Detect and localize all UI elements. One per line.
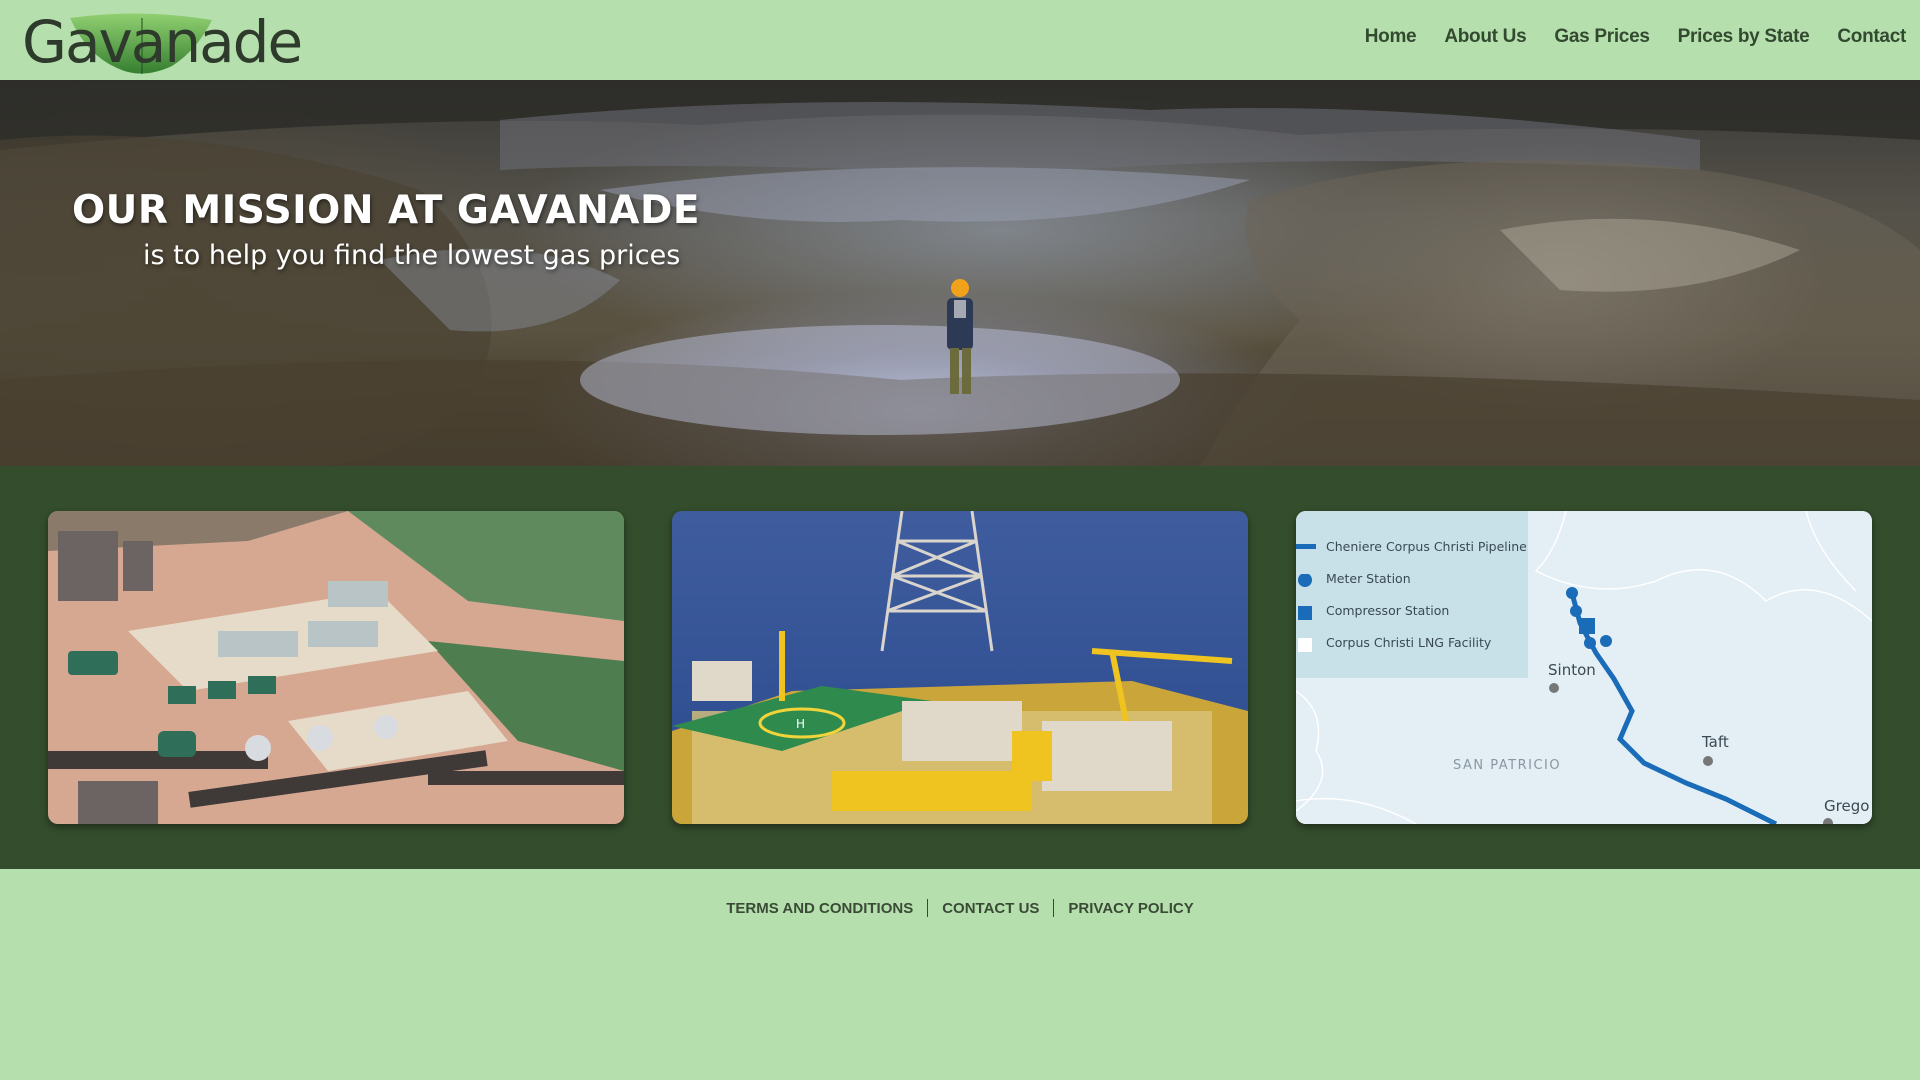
line-icon <box>1296 544 1316 549</box>
square-icon <box>1298 606 1312 620</box>
main-nav: Home About Us Gas Prices Prices by State… <box>1365 26 1907 56</box>
map-county-label: SAN PATRICIO <box>1453 758 1562 773</box>
legend-item-meter-station: Meter Station <box>1298 571 1411 591</box>
white-square-icon <box>1298 638 1312 652</box>
nav-prices-by-state[interactable]: Prices by State <box>1678 26 1810 56</box>
card-offshore-rig[interactable]: H <box>672 511 1248 824</box>
nav-home[interactable]: Home <box>1365 26 1417 56</box>
cave-background-image <box>0 80 1920 466</box>
hero-banner: OUR MISSION AT GAVANADE is to help you f… <box>0 80 1920 466</box>
footer-privacy-link[interactable]: PRIVACY POLICY <box>1054 900 1207 917</box>
map-label-gregory: Grego <box>1824 797 1870 815</box>
legend-item-pipeline: Cheniere Corpus Christi Pipeline <box>1296 539 1527 559</box>
map-legend: Cheniere Corpus Christi Pipeline Meter S… <box>1296 511 1528 678</box>
hero-title: OUR MISSION AT GAVANADE <box>72 188 700 233</box>
nav-contact[interactable]: Contact <box>1837 26 1906 56</box>
legend-item-lng-facility: Corpus Christi LNG Facility <box>1298 635 1491 655</box>
footer-links: TERMS AND CONDITIONS CONTACT US PRIVACY … <box>0 899 1920 917</box>
card-refinery[interactable] <box>48 511 624 824</box>
nav-gas-prices[interactable]: Gas Prices <box>1554 26 1650 56</box>
svg-text:H: H <box>796 717 805 731</box>
map-label-taft: Taft <box>1702 733 1729 751</box>
refinery-aerial-image <box>48 511 624 824</box>
site-header: Gavanade Home About Us Gas Prices Prices… <box>0 0 1920 80</box>
nav-about-us[interactable]: About Us <box>1444 26 1526 56</box>
logo-text: Gavanade <box>22 8 303 76</box>
feature-cards-section: H Cheniere Corpus Christi Pipeline Meter… <box>0 466 1920 869</box>
legend-item-compressor-station: Compressor Station <box>1298 603 1449 623</box>
site-footer: TERMS AND CONDITIONS CONTACT US PRIVACY … <box>0 869 1920 1080</box>
map-label-sinton: Sinton <box>1548 661 1596 679</box>
offshore-rig-image: H <box>672 511 1248 824</box>
circle-icon <box>1298 574 1312 587</box>
footer-terms-link[interactable]: TERMS AND CONDITIONS <box>712 900 927 917</box>
footer-contact-link[interactable]: CONTACT US <box>928 900 1053 917</box>
brand-logo[interactable]: Gavanade <box>22 10 303 76</box>
card-pipeline-map[interactable]: Cheniere Corpus Christi Pipeline Meter S… <box>1296 511 1872 824</box>
hero-subtitle: is to help you find the lowest gas price… <box>143 240 681 271</box>
